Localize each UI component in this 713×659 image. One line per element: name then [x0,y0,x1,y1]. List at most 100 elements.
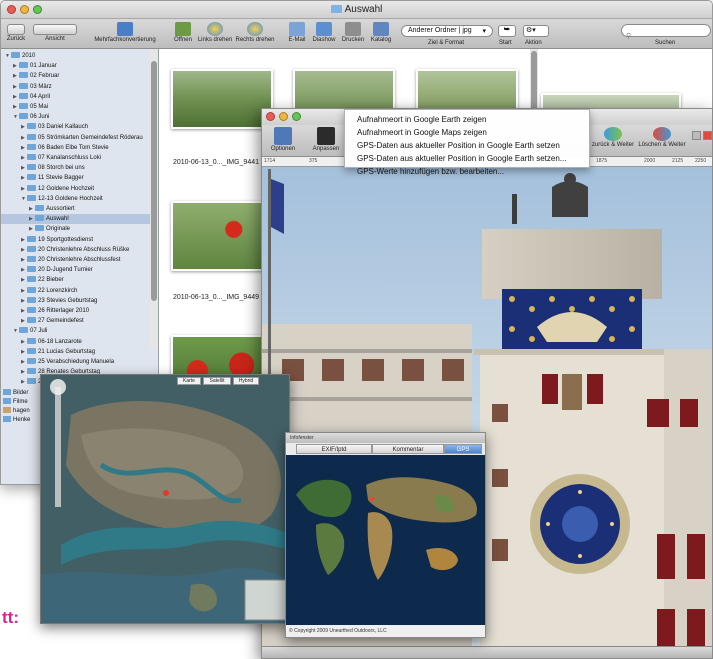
delete-next-button[interactable]: Löschen & Weiter [638,127,686,153]
sidebar-folder-item[interactable]: ▶ 01 Januar [1,61,151,71]
folder-label: 12-13 Goldene Hochzeit [38,195,103,202]
ruler-tick: 2250 [695,158,707,164]
tab-exif-iptc[interactable]: EXIF/Iptd [296,444,372,454]
sidebar-folder-item[interactable]: ▶ 04 April [1,92,151,102]
ruler-tick: 2125 [672,158,684,164]
sidebar-toggle-icon[interactable] [692,131,701,140]
sidebar-folder-item[interactable]: ▼ 2010 [1,51,151,61]
menu-item-set-gps-google-earth[interactable]: GPS-Daten aus aktueller Position in Goog… [345,139,589,152]
folder-icon [27,368,36,375]
menu-item-edit-gps-values[interactable]: GPS-Werte hinzufügen bzw. bearbeiten... [345,165,589,178]
menu-item-show-google-maps[interactable]: Aufnahmeort in Google Maps zeigen [345,126,589,139]
sidebar-folder-item[interactable]: ▼ 06 Juni [1,112,151,122]
sidebar-folder-item[interactable]: ▶ 05 Mai [1,102,151,112]
folder-label: 19 Sportgottesdienst [38,236,94,243]
place-label: hagen [13,408,30,414]
sidebar-folder-item[interactable]: ▶ 20 D-Jugend Turnier [1,265,151,275]
target-format-select[interactable]: Anderer Ordner | jpg ▾ [401,25,493,37]
sidebar-folder-item[interactable]: ▶ 27 Gemeindefest [1,316,151,326]
folder-icon [27,154,36,160]
minimize-button[interactable] [279,112,288,121]
sidebar-folder-item[interactable]: ▶ 23 Stevies Geburtstag [1,296,151,306]
tab-gps[interactable]: GPS [444,444,482,454]
sidebar-folder-item[interactable]: ▶ 22 Bieber [1,275,151,285]
batch-convert-button[interactable]: Mehrfachkonvertierung [87,22,163,48]
folder-icon [35,225,44,232]
viewer-statusbar [262,646,712,658]
back-button[interactable]: Zurück [5,22,27,48]
sidebar-folder-item[interactable]: ▶ 03 März [1,82,151,92]
place-item[interactable]: Filme [3,398,28,407]
folder-label: 27 Gemeindefest [38,318,84,325]
close-panel-icon[interactable] [703,131,712,140]
catalog-button[interactable]: Katalog [367,22,395,48]
zoom-button[interactable] [292,112,301,121]
view-button[interactable]: Ansicht [31,22,79,48]
options-button[interactable]: Optionen [266,127,300,153]
place-item[interactable]: hagen [3,407,30,416]
sidebar-folder-item[interactable]: ▶ 26 Ritterlager 2010 [1,306,151,316]
action-menu[interactable]: ⚙▾ [523,25,549,37]
map-tab-map[interactable]: Karte [177,377,201,385]
sidebar-folder-item[interactable]: ▶ 25 Verabschiedung Manuela [1,357,151,367]
folder-icon [27,347,36,354]
sidebar-folder-item[interactable]: ▶ 12 Goldene Hochzeit [1,184,151,194]
sidebar-folder-item[interactable]: ▶ 06-18 Lanzarote [1,337,151,347]
close-button[interactable] [266,112,275,121]
start-button[interactable]: ⮩ [498,25,516,37]
sidebar-folder-item[interactable]: ▶ Aussortiert [1,204,151,214]
slideshow-button[interactable]: Diashow [309,22,339,48]
rotate-right-icon [247,22,263,36]
rotate-left-label: Links drehen [197,37,233,43]
tab-comment[interactable]: Kommentar [372,444,444,454]
folder-label: 20 Christenlehre Abschluss Rüške [38,246,130,253]
adjust-label: Anpassen [312,146,340,152]
thumbnail-image[interactable] [171,69,273,129]
folder-icon [27,235,36,242]
folder-label: Auswahl [46,216,69,223]
sidebar-folder-item[interactable]: ▶ 08 Storch bei uns [1,163,151,173]
slideshow-icon [316,22,332,36]
sidebar-folder-item[interactable]: ▶ Auswahl [1,214,151,225]
sidebar-folder-item[interactable]: ▶ 20 Christenlehre Abschluss Rüške [1,245,151,255]
email-button[interactable]: E-Mail [285,22,309,48]
folder-label: 06 Juni [30,114,50,121]
rotate-right-button[interactable]: Rechts drehen [235,22,275,48]
sidebar-folder-item[interactable]: ▼ 07 Juli [1,326,151,336]
previous-next-button[interactable]: zurück & Weiter [588,127,638,153]
convert-icon [117,22,133,36]
print-button[interactable]: Drucken [339,22,367,48]
place-item[interactable]: Bilder [3,389,28,398]
sidebar-folder-item[interactable]: ▶ 19 Sportgottesdienst [1,235,151,245]
sidebar-folder-item[interactable]: ▶ 11 Stevie Bagger [1,173,151,183]
search-input[interactable]: ⚲ [621,24,711,40]
window-title: Auswahl [1,4,712,15]
open-button[interactable]: Öffnen [171,22,195,48]
map-tab-hybrid[interactable]: Hybrid [233,377,259,385]
sidebar-folder-item[interactable]: ▶ 22 Lorenzkirch [1,286,151,296]
menu-item-show-google-earth[interactable]: Aufnahmeort in Google Earth zeigen [345,113,589,126]
folder-icon [27,245,36,252]
sidebar-folder-item[interactable]: ▶ 03 Daniel Kallauch [1,122,151,132]
back-forward-icon [7,24,25,35]
folder-label: 20 D-Jugend Turnier [38,267,93,274]
print-label: Drucken [341,37,365,43]
adjust-button[interactable]: Anpassen [306,127,346,153]
thumbnail-image[interactable] [171,201,273,271]
map-tab-satellite[interactable]: Satellit [203,377,231,385]
sidebar-scroll-thumb[interactable] [151,61,157,301]
rotate-left-button[interactable]: Links drehen [197,22,233,48]
sidebar-folder-item[interactable]: ▶ Originale [1,224,151,234]
ruler-tick: 1875 [596,158,608,164]
menu-item-set-gps-google-earth-dialog[interactable]: GPS-Daten aus aktueller Position in Goog… [345,152,589,165]
sidebar-folder-item[interactable]: ▶ 02 Februar [1,71,151,81]
sidebar-folder-item[interactable]: ▶ 21 Lucias Geburtstag [1,347,151,357]
sidebar-folder-item[interactable]: ▼ 12-13 Goldene Hochzeit [1,194,151,204]
place-item[interactable]: Henke [3,416,30,425]
google-earth-map-window[interactable]: Karte Satellit Hybrid [40,374,290,624]
sidebar-folder-item[interactable]: ▶ 07 Kanalanschluss Loki [1,153,151,163]
sidebar-folder-item[interactable]: ▶ 05 Strömkarten Gemeindefest Röderau [1,133,151,143]
folder-label: 03 Daniel Kallauch [38,124,89,131]
sidebar-folder-item[interactable]: ▶ 20 Christenlehre Abschlussfest [1,255,151,265]
sidebar-folder-item[interactable]: ▶ 06 Baden Elbe Tom Stevie [1,143,151,153]
